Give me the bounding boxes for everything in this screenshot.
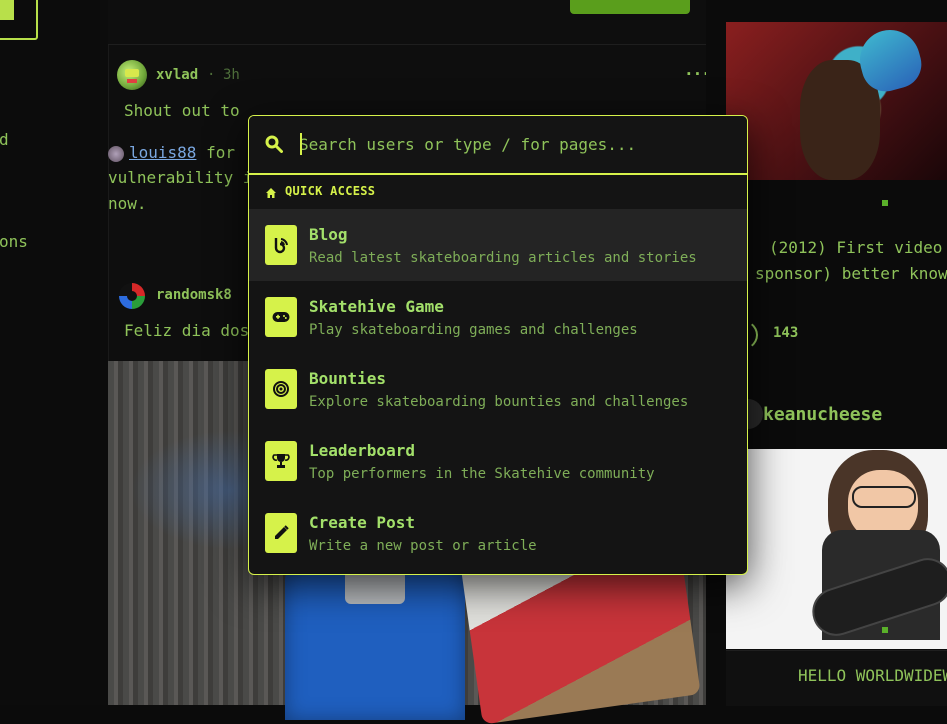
sidebar-item-partial-1[interactable]: d — [0, 130, 9, 149]
search-input[interactable] — [299, 131, 729, 157]
image-detail — [852, 486, 916, 508]
palette-item-leaderboard[interactable]: Leaderboard Top performers in the Skateh… — [249, 425, 747, 497]
post-timestamp: 3h — [223, 67, 240, 83]
reply-line-3: now. — [108, 194, 147, 213]
section-heading: QUICK ACCESS — [285, 184, 376, 198]
post-body: Feliz dia dos — [124, 321, 250, 340]
post-body: Shout out to — [124, 101, 240, 120]
gamepad-icon — [265, 297, 297, 337]
sidebar-item-partial-2[interactable]: ons — [0, 232, 28, 251]
palette-item-create-post[interactable]: Create Post Write a new post or article — [249, 497, 747, 569]
mention-avatar — [108, 146, 124, 162]
target-icon — [265, 369, 297, 409]
pencil-icon — [265, 513, 297, 553]
left-sidebar — [0, 0, 108, 705]
reply-line-1: louis88 for — [129, 140, 235, 166]
palette-item-blog[interactable]: Blog Read latest skateboarding articles … — [249, 209, 747, 281]
palette-item-title: Skatehive Game — [309, 297, 444, 316]
avatar[interactable] — [117, 60, 147, 90]
palette-item-description: Write a new post or article — [309, 538, 537, 554]
status-dot — [882, 627, 888, 633]
post-image-detail — [345, 570, 405, 604]
card-text-line: sponsor) better know — [755, 264, 947, 283]
palette-item-description: Top performers in the Skatehive communit… — [309, 466, 655, 482]
palette-item-description: Read latest skateboarding articles and s… — [309, 250, 697, 266]
palette-item-title: Leaderboard — [309, 441, 415, 460]
command-palette: QUICK ACCESS Blog Read latest skateboard… — [248, 115, 748, 575]
palette-item-skatehive-game[interactable]: Skatehive Game Play skateboarding games … — [249, 281, 747, 353]
palette-item-title: Blog — [309, 225, 348, 244]
skatehive-logo[interactable] — [0, 0, 38, 40]
status-dot — [882, 200, 888, 206]
post-time-separator: · — [207, 67, 216, 83]
post-author[interactable]: xvlad — [156, 67, 198, 83]
mention-link[interactable]: louis88 — [129, 143, 196, 162]
reply-line-2: vulnerability i — [108, 168, 253, 187]
palette-item-title: Bounties — [309, 369, 387, 388]
logo-mark — [0, 0, 14, 20]
reply-text-1: for — [196, 143, 235, 162]
vote-count: 143 — [773, 325, 799, 341]
home-icon — [265, 184, 277, 198]
card-caption: HELLO WORLDWIDEW — [798, 666, 947, 685]
trophy-icon — [265, 441, 297, 481]
palette-item-description: Explore skateboarding bounties and chall… — [309, 394, 689, 410]
post-author[interactable]: randomsk8 — [156, 287, 232, 303]
search-bar — [249, 116, 747, 175]
post-submit-button[interactable] — [570, 0, 690, 14]
search-icon — [265, 135, 283, 153]
palette-item-title: Create Post — [309, 513, 415, 532]
palette-item-bounties[interactable]: Bounties Explore skateboarding bounties … — [249, 353, 747, 425]
palette-item-description: Play skateboarding games and challenges — [309, 322, 638, 338]
post-author[interactable]: keanucheese — [763, 404, 882, 425]
text-cursor — [300, 133, 302, 155]
card-text-line: (2012) First video — [769, 238, 943, 257]
blog-icon — [265, 225, 297, 265]
avatar[interactable] — [119, 283, 145, 309]
